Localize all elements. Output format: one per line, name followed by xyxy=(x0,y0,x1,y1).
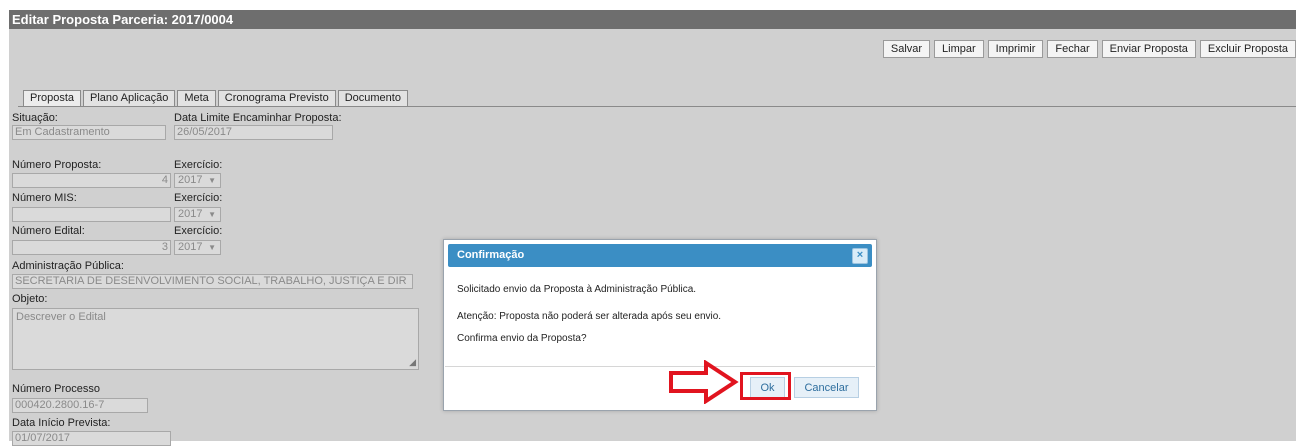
exercicio-edital-label: Exercício: xyxy=(174,225,223,237)
tab-underline xyxy=(18,106,1296,107)
numero-edital-field[interactable]: 3 xyxy=(12,240,171,255)
objeto-value: Descrever o Edital xyxy=(16,311,106,323)
dialog-message-warning: Atenção: Proposta não poderá ser alterad… xyxy=(457,311,722,322)
dialog-message-confirm: Confirma envio da Proposta? xyxy=(457,333,587,344)
tab-documento[interactable]: Documento xyxy=(337,90,408,106)
delete-proposal-button[interactable]: Excluir Proposta xyxy=(1199,40,1296,58)
ok-highlight-box xyxy=(740,372,791,400)
clear-button[interactable]: Limpar xyxy=(934,40,984,58)
resize-grip-icon[interactable]: ◢ xyxy=(409,357,416,368)
data-inicio-label: Data Início Prevista: xyxy=(12,417,111,429)
exercicio-mis-label: Exercício: xyxy=(174,192,223,204)
tab-meta[interactable]: Meta xyxy=(177,90,216,106)
chevron-down-icon: ▼ xyxy=(208,210,216,219)
dialog-header: Confirmação × xyxy=(448,244,872,267)
administracao-field[interactable]: SECRETARIA DE DESENVOLVIMENTO SOCIAL, TR… xyxy=(12,274,413,289)
tab-plano-aplicacao[interactable]: Plano Aplicação xyxy=(83,90,176,106)
confirmation-dialog: Confirmação × Solicitado envio da Propos… xyxy=(443,239,877,411)
objeto-textarea[interactable]: Descrever o Edital ◢ xyxy=(12,308,419,370)
close-button[interactable]: Fechar xyxy=(1047,40,1098,58)
save-button[interactable]: Salvar xyxy=(882,40,931,58)
exercicio-mis-value: 2017 xyxy=(178,208,203,220)
annotation-arrow-icon xyxy=(669,360,739,404)
numero-proposta-label: Número Proposta: xyxy=(12,159,102,171)
data-limite-field[interactable]: 26/05/2017 xyxy=(174,125,333,140)
objeto-label: Objeto: xyxy=(12,293,48,305)
dialog-title: Confirmação xyxy=(457,249,525,261)
chevron-down-icon: ▼ xyxy=(208,243,216,252)
top-strip xyxy=(0,0,1296,10)
data-limite-label: Data Limite Encaminhar Proposta: xyxy=(174,112,342,124)
numero-proposta-field[interactable]: 4 xyxy=(12,173,171,188)
tab-strip: Proposta Plano Aplicação Meta Cronograma… xyxy=(23,90,408,107)
exercicio-proposta-value: 2017 xyxy=(178,174,203,186)
send-proposal-button[interactable]: Enviar Proposta xyxy=(1101,40,1196,58)
exercicio-proposta-select[interactable]: 2017 ▼ xyxy=(174,173,221,188)
exercicio-proposta-label: Exercício: xyxy=(174,159,223,171)
exercicio-edital-value: 2017 xyxy=(178,241,203,253)
data-inicio-field[interactable]: 01/07/2017 xyxy=(12,431,171,446)
tab-proposta[interactable]: Proposta xyxy=(23,90,82,107)
exercicio-mis-select[interactable]: 2017 ▼ xyxy=(174,207,221,222)
print-button[interactable]: Imprimir xyxy=(987,40,1044,58)
cancel-button[interactable]: Cancelar xyxy=(794,377,859,398)
window-title: Editar Proposta Parceria: 2017/0004 xyxy=(9,10,1296,29)
chevron-down-icon: ▼ xyxy=(208,176,216,185)
numero-processo-field[interactable]: 000420.2800.16-7 xyxy=(12,398,148,413)
numero-mis-label: Número MIS: xyxy=(12,192,77,204)
tab-cronograma-previsto[interactable]: Cronograma Previsto xyxy=(217,90,336,106)
situacao-field[interactable]: Em Cadastramento xyxy=(12,125,166,140)
toolbar: Salvar Limpar Imprimir Fechar Enviar Pro… xyxy=(882,40,1296,58)
dialog-divider xyxy=(445,366,875,367)
numero-processo-label: Número Processo xyxy=(12,383,101,395)
administracao-label: Administração Pública: xyxy=(12,260,124,272)
close-icon[interactable]: × xyxy=(852,248,868,264)
numero-mis-field[interactable] xyxy=(12,207,171,222)
dialog-message-sent: Solicitado envio da Proposta à Administr… xyxy=(457,284,697,295)
situacao-label: Situação: xyxy=(12,112,58,124)
numero-edital-label: Número Edital: xyxy=(12,225,85,237)
exercicio-edital-select[interactable]: 2017 ▼ xyxy=(174,240,221,255)
